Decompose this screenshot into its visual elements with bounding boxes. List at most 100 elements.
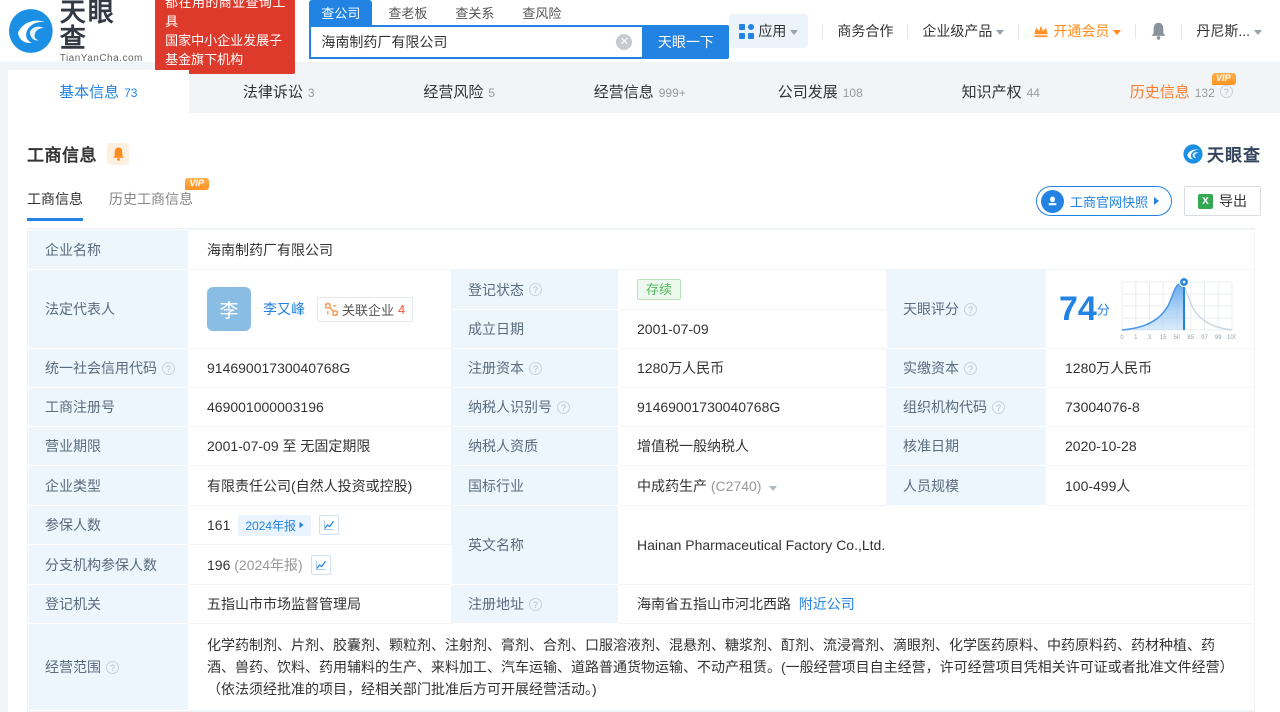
legal-rep-cell: 李 李又峰 关联企业 4 — [188, 269, 452, 349]
tab-operating-risk[interactable]: 经营风险 5 — [369, 70, 550, 113]
vip-badge: VIP — [1211, 73, 1236, 85]
company-tab-bar: 基本信息 73 法律诉讼 3 经营风险 5 经营信息 999+ 公司发展 108… — [0, 62, 1280, 113]
score-value: 74分 — [1059, 290, 1110, 328]
divider — [1181, 23, 1183, 39]
help-icon[interactable]: ? — [964, 302, 977, 316]
establish-date-value: 2001-07-09 — [618, 309, 887, 349]
chevron-right-icon — [299, 521, 304, 529]
svg-text:97: 97 — [1201, 335, 1208, 341]
help-icon[interactable]: ? — [557, 400, 570, 414]
table-row: 工商注册号 469001000003196 纳税人识别号? 9146900173… — [28, 387, 1255, 427]
reg-status-label: 登记状态? — [451, 269, 619, 310]
org-code-label: 组织机构代码? — [886, 387, 1047, 427]
staff-size-value: 100-499人 — [1046, 465, 1255, 506]
legal-rep-label: 法定代表人 — [28, 269, 189, 349]
help-icon[interactable]: ? — [529, 597, 542, 611]
reg-capital-value: 1280万人民币 — [618, 348, 887, 388]
nav-notifications[interactable] — [1150, 22, 1167, 40]
nearby-companies-link[interactable]: 附近公司 — [799, 596, 855, 612]
chevron-down-icon — [1254, 29, 1262, 35]
divider — [822, 23, 824, 39]
svg-text:0: 0 — [1120, 335, 1124, 341]
nav-user[interactable]: 丹尼斯... — [1196, 21, 1262, 41]
english-name-label: 英文名称 — [451, 505, 619, 585]
company-type-value: 有限责任公司(自然人投资或控股) — [188, 465, 452, 506]
help-icon[interactable]: ? — [529, 361, 542, 375]
company-name-value: 海南制药厂有限公司 — [188, 229, 1255, 270]
section-title: 工商信息 — [27, 146, 97, 165]
search-tab-relation[interactable]: 查关系 — [443, 0, 506, 25]
taxpayer-quality-value: 增值税一般纳税人 — [618, 426, 887, 466]
search-tabs: 查公司 查老板 查关系 查风险 — [309, 0, 729, 25]
svg-text:15: 15 — [1160, 335, 1167, 341]
nav-apps[interactable]: 应用 — [729, 14, 809, 48]
bell-icon — [1151, 22, 1166, 40]
table-row: 统一社会信用代码? 91469001730040768G 注册资本? 1280万… — [28, 348, 1255, 388]
search-input[interactable] — [309, 25, 643, 59]
reg-capital-label: 注册资本? — [451, 348, 619, 388]
search-tab-risk[interactable]: 查风险 — [510, 0, 573, 25]
search-tab-boss[interactable]: 查老板 — [376, 0, 439, 25]
tianyancha-logo[interactable]: 天眼查 TianYanCha.com — [8, 0, 143, 64]
tab-intellectual-property[interactable]: 知识产权 44 — [911, 70, 1092, 113]
branch-insured-note: (2024年报) — [234, 556, 303, 573]
subtab-history-business-info[interactable]: 历史工商信息 VIP — [109, 178, 209, 221]
nav-membership[interactable]: 开通会员 — [1033, 21, 1122, 41]
svg-text:1: 1 — [1134, 335, 1138, 341]
svg-text:100: 100 — [1227, 335, 1236, 341]
trend-chart-icon[interactable] — [319, 515, 340, 535]
nav-enterprise[interactable]: 企业级产品 — [922, 21, 1005, 41]
divider — [1135, 23, 1137, 39]
table-row: 营业期限 2001-07-09 至 无固定期限 纳税人资质 增值税一般纳税人 核… — [28, 426, 1255, 466]
svg-text:50: 50 — [1174, 335, 1181, 341]
search-area: 查公司 查老板 查关系 查风险 ✕ 天眼一下 — [309, 0, 730, 59]
official-snapshot-button[interactable]: 工商官网快照 — [1035, 186, 1172, 216]
table-row: 参保人数 161 2024年报 英文名称 Hainan Pharmaceutic… — [28, 505, 1255, 585]
business-info-panel: 工商信息 天眼查 工商信息 历史工商信息 VIP 工商官网快照 X 导出 企业名… — [8, 113, 1280, 712]
nav-cooperation[interactable]: 商务合作 — [837, 21, 893, 41]
export-button[interactable]: X 导出 — [1184, 186, 1261, 216]
chevron-down-icon — [790, 29, 799, 35]
search-tab-company[interactable]: 查公司 — [309, 0, 373, 25]
trend-chart-icon[interactable] — [310, 554, 331, 575]
nav-apps-label: 应用 — [758, 23, 787, 39]
help-icon[interactable]: ? — [992, 400, 1005, 414]
crown-icon — [1034, 25, 1048, 38]
help-icon[interactable]: ? — [529, 283, 542, 296]
header-nav: 应用 商务合作 企业级产品 开通会员 丹尼斯... — [729, 14, 1262, 48]
uscc-value: 91469001730040768G — [188, 348, 452, 388]
reg-status-value: 存续 — [618, 269, 887, 310]
search-button[interactable]: 天眼一下 — [642, 25, 730, 59]
subscribe-bell-button[interactable] — [107, 142, 129, 165]
table-row: 登记机关 五指山市市场监督管理局 注册地址? 海南省五指山市河北西路 附近公司 — [28, 584, 1255, 624]
business-scope-label: 经营范围? — [28, 623, 189, 711]
stamp-icon — [1040, 189, 1064, 213]
related-companies-badge[interactable]: 关联企业 4 — [317, 296, 414, 322]
tab-business-info[interactable]: 经营信息 999+ — [550, 70, 731, 113]
org-code-value: 73004076-8 — [1046, 387, 1255, 427]
tab-legal-proceedings[interactable]: 法律诉讼 3 — [189, 70, 370, 113]
annual-report-badge[interactable]: 2024年报 — [238, 514, 312, 536]
legal-rep-avatar[interactable]: 李 — [207, 287, 251, 331]
help-icon[interactable]: ? — [1219, 85, 1233, 98]
equity-structure-icon — [325, 302, 338, 316]
chevron-down-icon — [996, 29, 1005, 35]
chevron-down-icon[interactable] — [769, 485, 778, 491]
tab-basic-info[interactable]: 基本信息 73 — [8, 70, 189, 113]
help-icon[interactable]: ? — [106, 660, 119, 674]
table-row: 企业名称 海南制药厂有限公司 — [28, 229, 1255, 270]
business-term-value: 2001-07-09 至 无固定期限 — [188, 426, 452, 466]
brand-slogan: 都在用的商业查询工具 国家中小企业发展子基金旗下机构 — [155, 0, 296, 74]
apps-grid-icon — [739, 23, 755, 39]
logo-domain: TianYanCha.com — [59, 52, 143, 64]
watermark-logo: 天眼查 — [1183, 141, 1261, 166]
registry-value: 五指山市市场监督管理局 — [188, 584, 452, 624]
english-name-value: Hainan Pharmaceutical Factory Co.,Ltd. — [618, 505, 1255, 585]
help-icon[interactable]: ? — [162, 361, 175, 375]
uscc-label: 统一社会信用代码? — [28, 348, 189, 388]
subtab-business-info[interactable]: 工商信息 — [27, 189, 83, 221]
tab-history-info[interactable]: VIP 历史信息 132 ? — [1091, 70, 1272, 113]
tab-company-development[interactable]: 公司发展 108 — [730, 70, 911, 113]
help-icon[interactable]: ? — [964, 361, 977, 375]
legal-rep-link[interactable]: 李又峰 — [263, 299, 305, 319]
